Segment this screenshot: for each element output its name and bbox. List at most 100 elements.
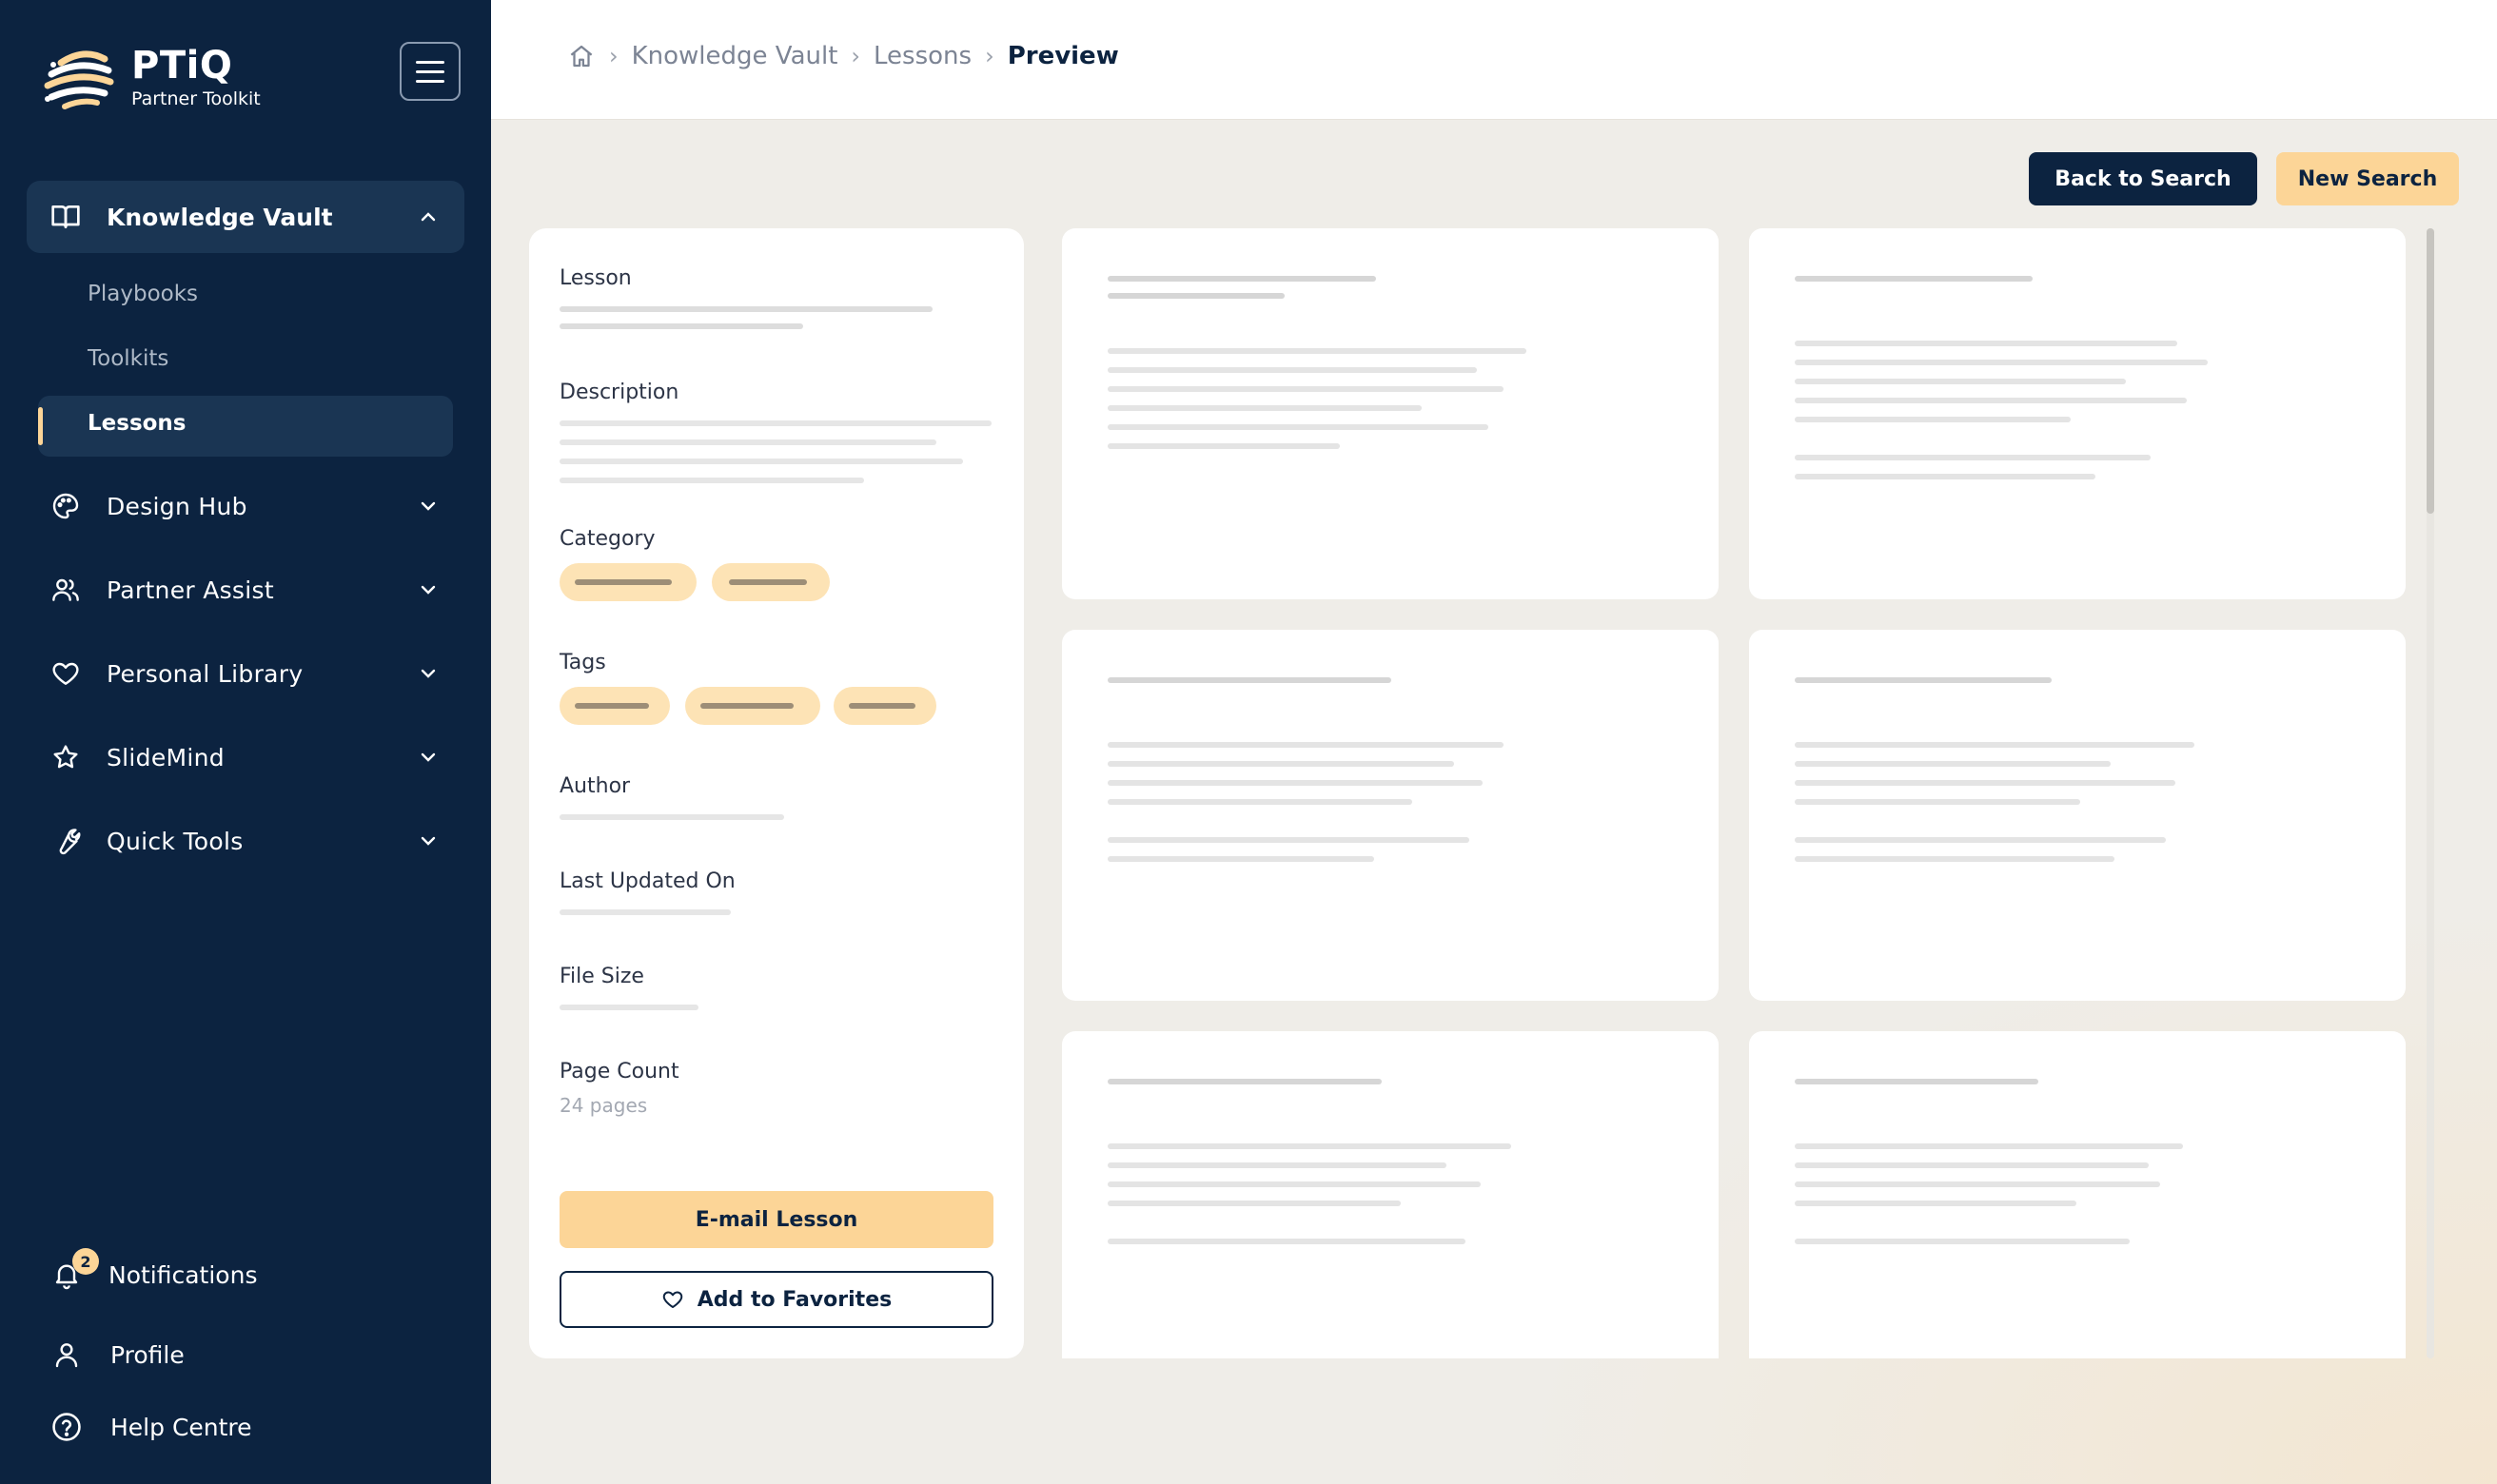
lesson-preview-area[interactable]: [1062, 228, 2406, 1358]
page-text-placeholder: [1108, 1181, 1481, 1187]
page-text-placeholder: [1108, 742, 1504, 748]
add-to-favorites-button[interactable]: Add to Favorites: [560, 1271, 993, 1328]
sidebar-item-personal-library[interactable]: Personal Library: [27, 637, 464, 710]
page-text-placeholder: [1795, 837, 2166, 843]
page-text-placeholder: [1108, 348, 1526, 354]
notification-count-badge: 2: [72, 1248, 99, 1275]
tag-chip[interactable]: [560, 687, 670, 725]
page-heading-placeholder: [1795, 1079, 2038, 1084]
file-size-placeholder: [560, 1005, 698, 1010]
page-text-placeholder: [1795, 398, 2187, 403]
page-text-placeholder: [1108, 1143, 1511, 1149]
description-placeholder: [560, 439, 936, 445]
page-text-placeholder: [1108, 1162, 1446, 1168]
page-text-placeholder: [1108, 1239, 1465, 1244]
page-text-placeholder: [1795, 360, 2208, 365]
sidebar-item-toolkits[interactable]: Toolkits: [88, 346, 168, 371]
preview-page-card[interactable]: [1062, 630, 1719, 1001]
page-text-placeholder: [1795, 1162, 2149, 1168]
author-label: Author: [560, 774, 631, 798]
file-size-label: File Size: [560, 965, 644, 988]
lesson-title-placeholder: [560, 323, 803, 329]
page-text-placeholder: [1108, 405, 1422, 411]
page-text-placeholder: [1108, 799, 1412, 805]
page-text-placeholder: [1795, 417, 2071, 422]
preview-page-card[interactable]: [1062, 1031, 1719, 1358]
profile-link[interactable]: Profile: [49, 1338, 185, 1372]
breadcrumb-knowledge-vault[interactable]: Knowledge Vault: [632, 42, 838, 70]
page-text-placeholder: [1795, 1181, 2160, 1187]
sidebar-item-slidemind[interactable]: SlideMind: [27, 721, 464, 793]
menu-toggle-button[interactable]: [400, 42, 461, 101]
chip-text-placeholder: [575, 579, 672, 585]
description-placeholder: [560, 459, 963, 464]
preview-page-card[interactable]: [1062, 228, 1719, 599]
sidebar-item-label: Partner Assist: [107, 576, 274, 604]
page-text-placeholder: [1795, 1143, 2183, 1149]
description-placeholder: [560, 420, 992, 426]
chevron-down-icon: [415, 828, 442, 854]
help-centre-link[interactable]: Help Centre: [49, 1410, 252, 1444]
notifications-link[interactable]: 2 Notifications: [49, 1248, 257, 1292]
preview-page-card[interactable]: [1749, 1031, 2406, 1358]
page-text-placeholder: [1795, 379, 2126, 384]
back-to-search-button[interactable]: Back to Search: [2029, 152, 2257, 205]
sidebar-item-design-hub[interactable]: Design Hub: [27, 470, 464, 542]
sidebar-item-quick-tools[interactable]: Quick Tools: [27, 805, 464, 877]
page-text-placeholder: [1795, 856, 2114, 862]
chevron-down-icon: [415, 660, 442, 687]
sidebar-item-label: Quick Tools: [107, 827, 244, 855]
preview-scrollbar-thumb[interactable]: [2427, 228, 2434, 514]
tag-chip[interactable]: [685, 687, 820, 725]
brand-subtitle: Partner Toolkit: [131, 88, 261, 109]
breadcrumb: › Knowledge Vault › Lessons › Preview: [567, 42, 1119, 70]
page-count-label: Page Count: [560, 1060, 679, 1084]
page-text-placeholder: [1108, 761, 1454, 767]
help-circle-icon: [49, 1410, 84, 1444]
chip-text-placeholder: [729, 579, 807, 585]
palette-icon: [49, 490, 82, 522]
chip-text-placeholder: [700, 703, 794, 709]
add-to-favorites-label: Add to Favorites: [697, 1287, 893, 1312]
page-text-placeholder: [1108, 837, 1469, 843]
page-heading-placeholder: [1108, 1079, 1382, 1084]
page-text-placeholder: [1795, 780, 2175, 786]
chevron-down-icon: [415, 576, 442, 603]
sidebar-item-playbooks[interactable]: Playbooks: [88, 282, 198, 306]
sidebar-item-label: Design Hub: [107, 492, 247, 520]
page-text-placeholder: [1108, 1201, 1401, 1206]
page-text-placeholder: [1795, 1201, 2076, 1206]
sidebar-item-lessons[interactable]: Lessons: [88, 411, 187, 436]
page-text-placeholder: [1795, 341, 2177, 346]
preview-page-card[interactable]: [1749, 630, 2406, 1001]
users-icon: [49, 574, 82, 606]
hamburger-line: [416, 69, 444, 73]
page-text-placeholder: [1795, 799, 2080, 805]
nav-section-knowledge-vault[interactable]: Knowledge Vault: [27, 181, 464, 253]
home-icon[interactable]: [567, 42, 596, 70]
page-heading-placeholder: [1108, 677, 1391, 683]
tags-label: Tags: [560, 651, 606, 674]
brand-logo[interactable]: PTiQ Partner Toolkit: [42, 42, 261, 112]
tag-chip[interactable]: [834, 687, 936, 725]
preview-page-card[interactable]: [1749, 228, 2406, 599]
description-placeholder: [560, 478, 864, 483]
page-text-placeholder: [1108, 424, 1488, 430]
email-lesson-button[interactable]: E-mail Lesson: [560, 1191, 993, 1248]
new-search-button[interactable]: New Search: [2276, 152, 2459, 205]
ptiq-logo-icon: [44, 50, 114, 109]
breadcrumb-current: Preview: [1007, 42, 1119, 70]
sidebar-item-label: SlideMind: [107, 743, 225, 771]
category-chip[interactable]: [712, 563, 830, 601]
active-indicator: [38, 407, 43, 445]
page-text-placeholder: [1795, 474, 2095, 479]
chip-text-placeholder: [849, 703, 915, 709]
chevron-up-icon: [415, 204, 442, 230]
heart-icon: [662, 1291, 683, 1308]
breadcrumb-lessons[interactable]: Lessons: [874, 42, 972, 70]
lesson-title-placeholder: [560, 306, 933, 312]
category-chip[interactable]: [560, 563, 697, 601]
sidebar-item-partner-assist[interactable]: Partner Assist: [27, 554, 464, 626]
page-count-value: 24 pages: [560, 1094, 648, 1117]
sidebar-item-label: Personal Library: [107, 659, 304, 688]
